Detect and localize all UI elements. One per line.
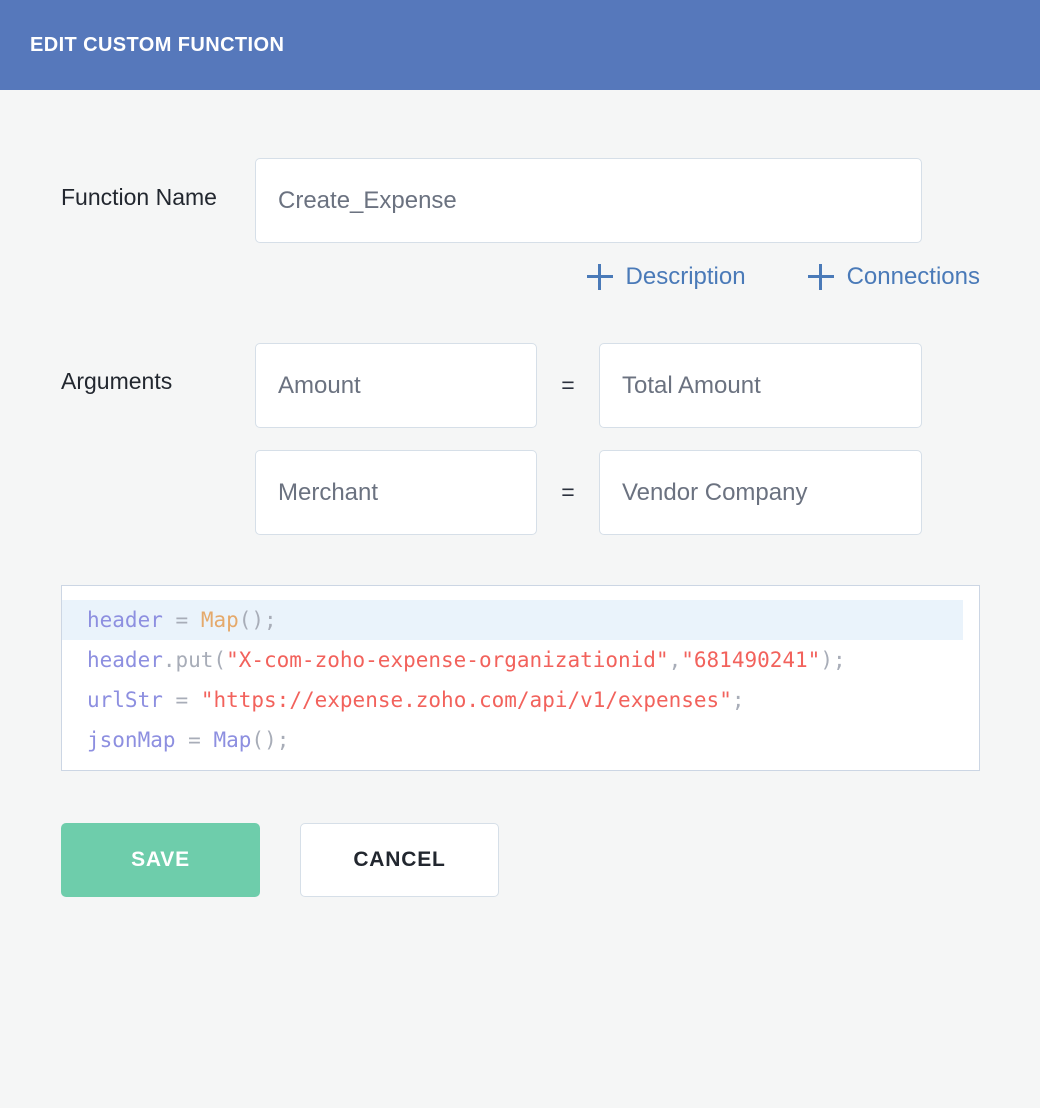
code-token: ; [731, 688, 745, 712]
argument-row: Amount = Total Amount [255, 343, 922, 428]
code-token: jsonMap [87, 728, 176, 752]
code-token: "X-com-zoho-expense-organizationid" [226, 648, 669, 672]
code-token: .put( [162, 648, 227, 672]
code-token: Map [213, 728, 252, 752]
add-description-label: Description [625, 263, 746, 290]
code-editor[interactable]: header = Map(); header.put("X-com-zoho-ex… [61, 585, 980, 771]
code-token: = [175, 688, 189, 712]
code-token: "681490241" [681, 648, 821, 672]
code-token: header [87, 648, 163, 672]
add-connections-label: Connections [846, 263, 980, 290]
code-token: ); [820, 648, 846, 672]
add-connections-button[interactable]: Connections [807, 263, 980, 291]
argument-equals-sign: = [561, 372, 575, 398]
code-token: (); [238, 608, 277, 632]
code-line: header.put("X-com-zoho-expense-organizat… [62, 640, 979, 680]
code-line: jsonMap = Map(); [62, 720, 979, 760]
arguments-label: Arguments [61, 368, 173, 394]
code-line: urlStr = "https://expense.zoho.com/api/v… [62, 680, 979, 720]
code-token: Map [200, 608, 239, 632]
argument-key-input[interactable]: Merchant [255, 450, 537, 535]
plus-icon [586, 264, 613, 290]
code-token: = [188, 728, 201, 752]
save-button[interactable]: SAVE [61, 823, 260, 897]
arguments-row: Arguments Amount = Total Amount Merchant… [0, 343, 1040, 535]
code-token: header [87, 608, 163, 632]
code-token: "https://expense.zoho.com/api/v1/expense… [200, 688, 732, 712]
add-description-button[interactable]: Description [586, 263, 746, 291]
page-title: EDIT CUSTOM FUNCTION [30, 33, 285, 56]
cancel-button[interactable]: CANCEL [300, 823, 499, 897]
argument-row: Merchant = Vendor Company [255, 450, 922, 535]
argument-value-input[interactable]: Total Amount [599, 343, 922, 428]
function-name-row: Function Name Create_Expense [0, 158, 1040, 243]
function-name-input[interactable]: Create_Expense [255, 158, 922, 243]
link-actions: Description Connections [0, 263, 1040, 291]
code-token: = [175, 608, 189, 632]
arguments-list: Amount = Total Amount Merchant = Vendor … [255, 343, 922, 535]
plus-icon [807, 264, 834, 290]
argument-key-input[interactable]: Amount [255, 343, 537, 428]
action-buttons: SAVE CANCEL [61, 823, 1040, 897]
code-token: urlStr [87, 688, 163, 712]
argument-value-input[interactable]: Vendor Company [599, 450, 922, 535]
window-header: EDIT CUSTOM FUNCTION [0, 0, 1040, 90]
code-token: , [668, 648, 682, 672]
code-token: (); [251, 728, 290, 752]
code-line: header = Map(); [62, 600, 963, 640]
form-content: Function Name Create_Expense Description… [0, 158, 1040, 1108]
function-name-label: Function Name [61, 184, 217, 210]
argument-equals-sign: = [561, 479, 575, 505]
